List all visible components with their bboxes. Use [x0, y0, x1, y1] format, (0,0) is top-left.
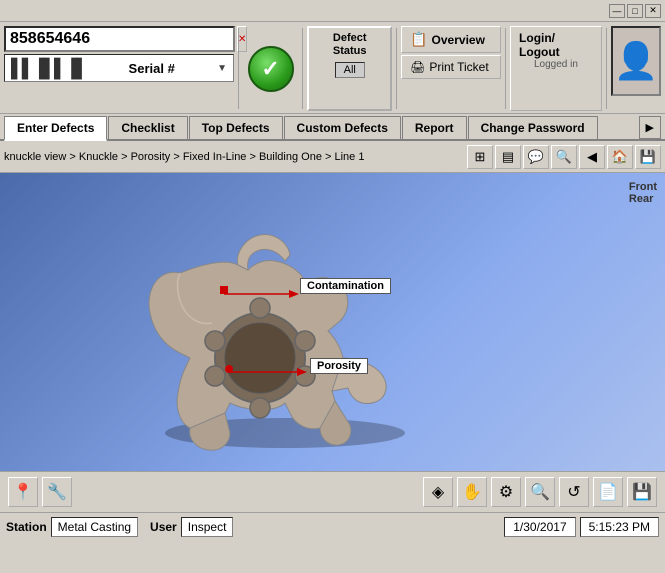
maximize-button[interactable]: □	[627, 4, 643, 18]
breadcrumb: knuckle view > Knuckle > Porosity > Fixe…	[4, 151, 461, 163]
search-section: ✕ ▌▌▐▌▌▐▌ Serial # ▼	[4, 26, 234, 111]
tab-change-password[interactable]: Change Password	[468, 116, 598, 139]
hand-tool-icon[interactable]: ✋	[457, 477, 487, 507]
zoom-tool-icon[interactable]: 🔍	[525, 477, 555, 507]
cursor-tool-icon[interactable]: ◈	[423, 477, 453, 507]
checkmark-circle: ✓	[248, 46, 294, 92]
comment-icon[interactable]: 💬	[523, 145, 549, 169]
serial-dropdown-arrow[interactable]: ▼	[217, 63, 227, 74]
part-svg	[60, 193, 510, 453]
separator-2	[302, 28, 303, 109]
separator-3	[396, 28, 397, 109]
user-field: User Inspect	[150, 517, 233, 537]
search-input-row: ✕	[4, 26, 234, 52]
status-bar: Station Metal Casting User Inspect 1/30/…	[0, 513, 665, 541]
main-toolbar: ✕ ▌▌▐▌▌▐▌ Serial # ▼ ✓ Defect Status All…	[0, 22, 665, 114]
rear-label: Rear	[629, 193, 657, 205]
overview-section: 📋 Overview 🖨 Print Ticket	[401, 26, 501, 111]
bottom-right-icons: ◈ ✋ ⚙ 🔍 ↺ 📄 💾	[423, 477, 657, 507]
view-list-icon[interactable]: ▤	[495, 145, 521, 169]
save-view-icon[interactable]: 💾	[635, 145, 661, 169]
bottom-left-icons: 📍 🔧	[8, 477, 72, 507]
navigation-tabs: Enter Defects Checklist Top Defects Cust…	[0, 114, 665, 141]
refresh-tool-icon[interactable]: ↺	[559, 477, 589, 507]
overview-icon: 📋	[410, 31, 427, 48]
avatar: 👤	[611, 26, 661, 96]
porosity-label: Porosity	[310, 358, 368, 374]
back-icon[interactable]: ◀	[579, 145, 605, 169]
front-label: Front	[629, 181, 657, 193]
tab-report[interactable]: Report	[402, 116, 467, 139]
view-labels: Front Rear	[629, 181, 657, 205]
status-time: 5:15:23 PM	[580, 517, 659, 537]
separator-4	[505, 28, 506, 109]
breadcrumb-icons: ⊞ ▤ 💬 🔍 ◀ 🏠 💾	[467, 145, 661, 169]
login-logout-section[interactable]: Login/ Logout Logged in	[510, 26, 602, 111]
contamination-label: Contamination	[300, 278, 391, 294]
search-detail-icon[interactable]: 🔍	[551, 145, 577, 169]
home-icon[interactable]: 🏠	[607, 145, 633, 169]
station-value: Metal Casting	[51, 517, 138, 537]
contamination-callout: Contamination	[300, 278, 391, 294]
station-label: Station	[6, 520, 47, 534]
porosity-callout: Porosity	[310, 358, 368, 374]
close-button[interactable]: ✕	[645, 4, 661, 18]
nav-more-button[interactable]: ▶	[639, 116, 661, 139]
defect-status-section[interactable]: Defect Status All	[307, 26, 392, 111]
tools-icon[interactable]: 🔧	[42, 477, 72, 507]
tab-enter-defects[interactable]: Enter Defects	[4, 116, 107, 141]
serial-label: Serial #	[92, 61, 211, 76]
view-grid-icon[interactable]: ⊞	[467, 145, 493, 169]
print-ticket-button[interactable]: 🖨 Print Ticket	[401, 55, 501, 79]
printer-icon: 🖨	[410, 60, 425, 74]
separator-5	[606, 28, 607, 109]
login-logout-label: Login/ Logout	[519, 31, 593, 59]
serial-search-input[interactable]	[4, 26, 235, 52]
location-icon[interactable]: 📍	[8, 477, 38, 507]
barcode-icon: ▌▌▐▌▌▐▌	[11, 58, 86, 79]
separator-1	[238, 28, 239, 109]
window-controls[interactable]: — □ ✕	[609, 4, 661, 18]
barcode-row[interactable]: ▌▌▐▌▌▐▌ Serial # ▼	[4, 54, 234, 82]
breadcrumb-bar: knuckle view > Knuckle > Porosity > Fixe…	[0, 141, 665, 173]
station-field: Station Metal Casting	[6, 517, 138, 537]
checkmark-section: ✓	[243, 26, 298, 111]
title-bar: — □ ✕	[0, 0, 665, 22]
defect-status-title: Defect Status	[317, 32, 382, 58]
defect-status-badge: All	[335, 62, 365, 78]
user-value: Inspect	[181, 517, 234, 537]
settings-tool-icon[interactable]: ⚙	[491, 477, 521, 507]
tab-custom-defects[interactable]: Custom Defects	[284, 116, 401, 139]
save-tool-icon[interactable]: 💾	[627, 477, 657, 507]
overview-button[interactable]: 📋 Overview	[401, 26, 501, 53]
bottom-toolbar: 📍 🔧 ◈ ✋ ⚙ 🔍 ↺ 📄 💾	[0, 471, 665, 513]
minimize-button[interactable]: —	[609, 4, 625, 18]
tab-checklist[interactable]: Checklist	[108, 116, 187, 139]
canvas-area: Front Rear	[0, 173, 665, 471]
porosity-arrow-line	[230, 367, 312, 379]
contamination-arrow-line	[224, 288, 304, 300]
part-3d-view	[60, 193, 510, 453]
status-date: 1/30/2017	[504, 517, 575, 537]
pdf-export-icon[interactable]: 📄	[593, 477, 623, 507]
tab-top-defects[interactable]: Top Defects	[189, 116, 283, 139]
logged-in-status: Logged in	[534, 59, 578, 70]
user-label: User	[150, 520, 177, 534]
user-avatar-icon: 👤	[613, 40, 658, 82]
